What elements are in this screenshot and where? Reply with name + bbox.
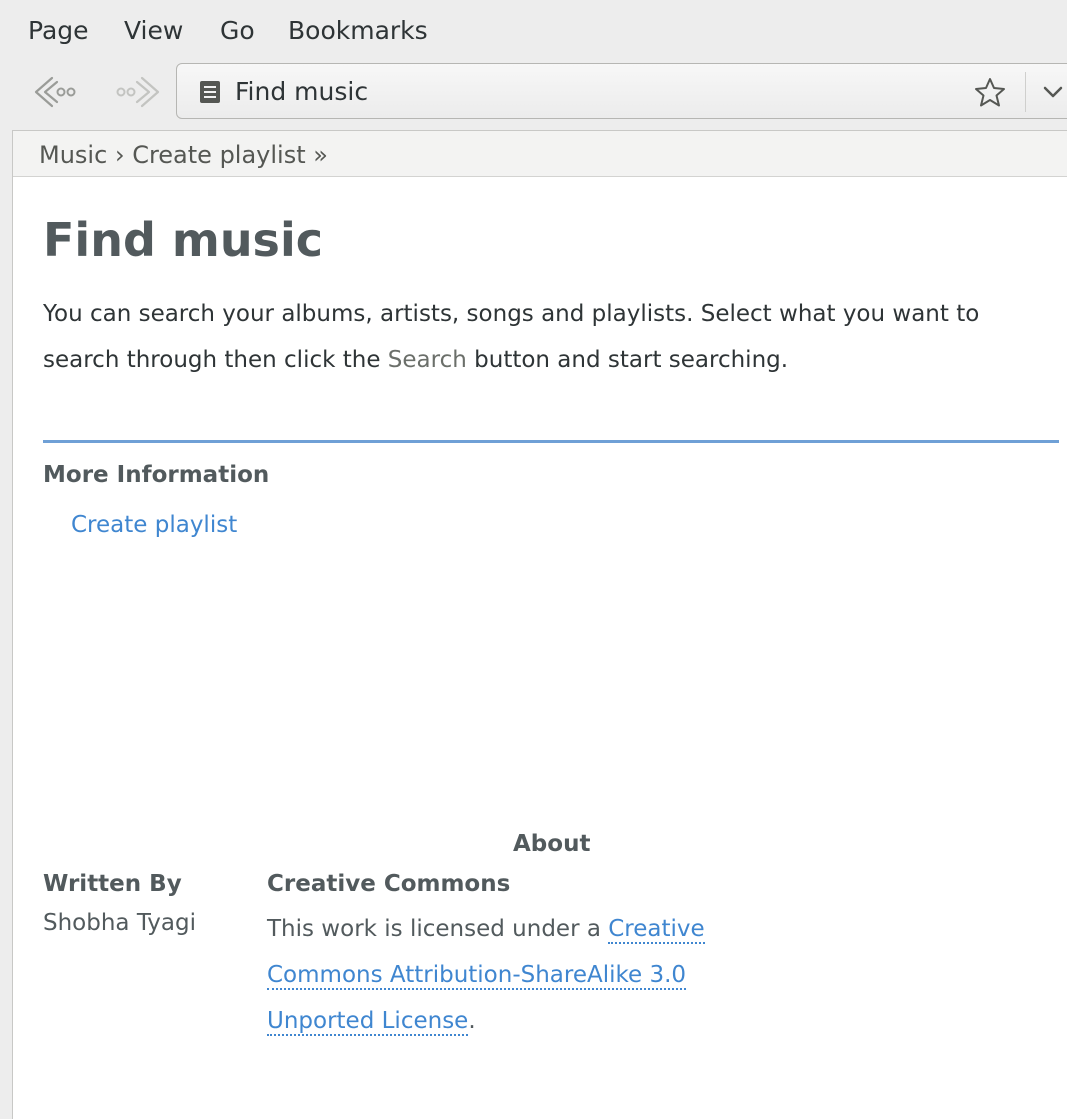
star-icon[interactable] — [973, 76, 1007, 108]
intro-text-end: button and start searching. — [466, 347, 789, 373]
breadcrumb-separator: › — [114, 141, 125, 169]
search-gui-term: Search — [387, 347, 467, 373]
menu-view[interactable]: View — [124, 16, 183, 45]
back-arrow-icon — [34, 76, 76, 108]
menu-page[interactable]: Page — [28, 16, 89, 45]
author-name: Shobha Tyagi — [43, 910, 196, 936]
breadcrumb-trailing: » — [313, 141, 328, 169]
more-information-heading: More Information — [43, 462, 270, 488]
back-button[interactable] — [30, 72, 84, 112]
breadcrumb-text: Music › Create playlist » — [39, 141, 328, 169]
forward-button[interactable] — [110, 72, 164, 112]
content-pane: Music › Create playlist » Find music You… — [12, 130, 1067, 1119]
forward-arrow-icon — [116, 76, 160, 108]
toolbar: Find music — [0, 62, 1067, 130]
address-separator — [1025, 72, 1026, 112]
breadcrumb-music-link[interactable]: Music — [39, 141, 107, 169]
breadcrumb: Music › Create playlist » — [13, 131, 1067, 177]
section-divider — [43, 440, 1059, 443]
breadcrumb-create-playlist-link[interactable]: Create playlist — [132, 141, 305, 169]
license-text-start: This work is licensed under a — [267, 916, 609, 942]
license-paragraph: This work is licensed under a Creative C… — [267, 906, 747, 1044]
menu-bar: Page View Go Bookmarks — [0, 0, 1067, 62]
page-title: Find music — [43, 213, 323, 267]
page-icon — [200, 81, 220, 103]
about-heading: About — [513, 831, 591, 857]
intro-paragraph: You can search your albums, artists, son… — [43, 291, 1053, 383]
license-text-end: . — [468, 1008, 476, 1034]
menu-bookmarks[interactable]: Bookmarks — [288, 16, 428, 45]
address-bar[interactable]: Find music — [176, 63, 1067, 119]
written-by-heading: Written By — [43, 871, 182, 897]
create-playlist-link[interactable]: Create playlist — [71, 512, 237, 538]
license-heading: Creative Commons — [267, 871, 511, 897]
chevron-down-icon[interactable] — [1039, 78, 1067, 106]
address-text: Find music — [235, 77, 369, 106]
menu-go[interactable]: Go — [220, 16, 255, 45]
